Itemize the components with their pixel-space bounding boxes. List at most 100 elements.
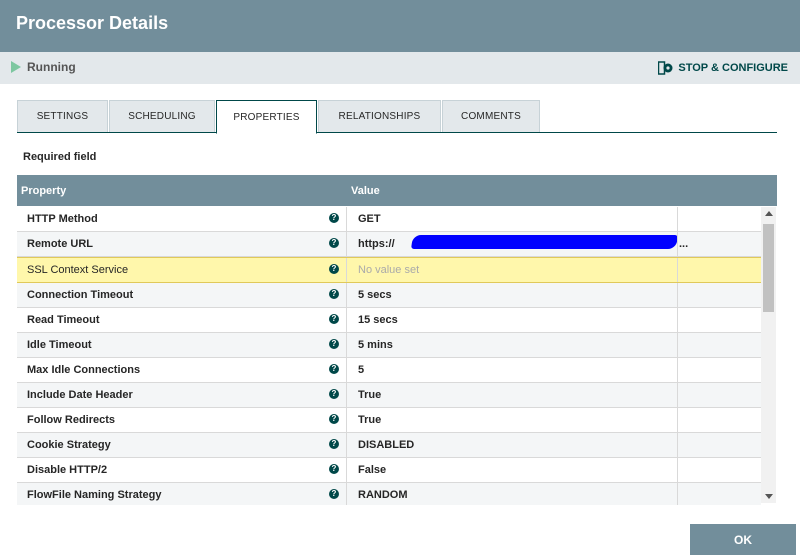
stop-configure-label: STOP & CONFIGURE (678, 62, 788, 74)
property-value[interactable]: DISABLED (358, 439, 414, 451)
column-divider (677, 333, 678, 357)
property-name: Follow Redirects (27, 414, 116, 426)
tab-label: PROPERTIES (233, 111, 300, 123)
tab-label: SETTINGS (36, 111, 89, 122)
column-divider (346, 308, 347, 332)
table-row[interactable]: Connection Timeout ? 5 secs (17, 283, 761, 308)
help-icon[interactable]: ? (329, 238, 339, 248)
column-divider (346, 333, 347, 357)
column-divider (677, 433, 678, 457)
help-icon[interactable]: ? (329, 489, 339, 499)
property-value[interactable]: 5 (358, 364, 364, 376)
property-name: Disable HTTP/2 (27, 464, 108, 476)
property-name: Max Idle Connections (27, 364, 141, 376)
column-divider (677, 408, 678, 432)
table-scrollbar[interactable] (761, 207, 776, 503)
property-value[interactable]: False (358, 464, 386, 476)
column-divider (677, 258, 678, 282)
property-value[interactable]: GET (358, 213, 381, 225)
tab-label: COMMENTS (461, 111, 521, 122)
help-icon[interactable]: ? (329, 264, 339, 274)
scroll-up-icon[interactable] (765, 211, 773, 216)
redaction-mark (411, 235, 678, 249)
column-divider (346, 458, 347, 482)
tab-relationships[interactable]: RELATIONSHIPS (318, 100, 441, 132)
property-value[interactable]: https:// (358, 238, 395, 250)
property-value-ellipsis: ... (679, 238, 689, 250)
column-divider (677, 483, 678, 505)
stop-configure-button[interactable]: STOP & CONFIGURE (658, 61, 788, 75)
property-name: SSL Context Service (27, 264, 129, 276)
property-name: Read Timeout (27, 314, 100, 326)
tab-scheduling[interactable]: SCHEDULING (109, 100, 215, 132)
tab-settings[interactable]: SETTINGS (17, 100, 108, 132)
column-divider (346, 358, 347, 382)
property-value[interactable]: No value set (358, 264, 419, 276)
table-row[interactable]: Include Date Header ? True (17, 383, 761, 408)
property-name: Remote URL (27, 238, 94, 250)
property-name: Idle Timeout (27, 339, 92, 351)
tab-label: SCHEDULING (128, 111, 196, 122)
property-value[interactable]: 15 secs (358, 314, 398, 326)
table-row[interactable]: Cookie Strategy ? DISABLED (17, 433, 761, 458)
help-icon[interactable]: ? (329, 339, 339, 349)
help-icon[interactable]: ? (329, 289, 339, 299)
table-row[interactable]: Idle Timeout ? 5 mins (17, 333, 761, 358)
table-row[interactable]: Read Timeout ? 15 secs (17, 308, 761, 333)
dialog-header: Processor Details (0, 0, 800, 52)
column-divider (677, 358, 678, 382)
property-value[interactable]: RANDOM (358, 489, 408, 501)
help-icon[interactable]: ? (329, 364, 339, 374)
column-divider (346, 283, 347, 307)
column-header-property: Property (21, 185, 67, 197)
gear-icon (658, 61, 673, 75)
column-divider (677, 283, 678, 307)
table-row[interactable]: HTTP Method ? GET (17, 207, 761, 232)
property-name: Cookie Strategy (27, 439, 111, 451)
table-header: Property Value (17, 175, 777, 206)
properties-table: Property Value HTTP Method ? GET Remote … (17, 175, 777, 505)
table-rows: HTTP Method ? GET Remote URL ? https:// … (17, 207, 761, 505)
help-icon[interactable]: ? (329, 414, 339, 424)
ok-button-label: OK (734, 532, 752, 547)
table-row[interactable]: FlowFile Naming Strategy ? RANDOM (17, 483, 761, 505)
scroll-down-icon[interactable] (765, 494, 773, 499)
column-divider (346, 232, 347, 256)
column-divider (346, 207, 347, 231)
ok-button[interactable]: OK (690, 524, 796, 555)
play-icon (11, 61, 21, 73)
help-icon[interactable]: ? (329, 439, 339, 449)
table-row[interactable]: Max Idle Connections ? 5 (17, 358, 761, 383)
column-divider (677, 232, 678, 256)
column-divider (677, 308, 678, 332)
property-value[interactable]: True (358, 414, 381, 426)
column-divider (677, 207, 678, 231)
property-value[interactable]: True (358, 389, 381, 401)
column-divider (346, 483, 347, 505)
scrollbar-thumb[interactable] (763, 224, 774, 312)
table-row[interactable]: Remote URL ? https:// ... (17, 232, 761, 257)
property-name: Include Date Header (27, 389, 133, 401)
help-icon[interactable]: ? (329, 213, 339, 223)
column-divider (677, 383, 678, 407)
status-bar: Running STOP & CONFIGURE (0, 52, 800, 84)
column-divider (346, 433, 347, 457)
table-row[interactable]: Follow Redirects ? True (17, 408, 761, 433)
help-icon[interactable]: ? (329, 389, 339, 399)
column-divider (346, 258, 347, 282)
table-row[interactable]: Disable HTTP/2 ? False (17, 458, 761, 483)
run-status: Running (11, 60, 76, 74)
property-value[interactable]: 5 secs (358, 289, 392, 301)
property-name: FlowFile Naming Strategy (27, 489, 162, 501)
column-header-value: Value (351, 185, 380, 197)
tab-divider (17, 132, 777, 133)
dialog-title: Processor Details (16, 13, 169, 33)
tab-comments[interactable]: COMMENTS (442, 100, 540, 132)
help-icon[interactable]: ? (329, 464, 339, 474)
required-field-label: Required field (23, 151, 97, 163)
table-row-selected[interactable]: SSL Context Service ? No value set (17, 257, 761, 283)
tab-properties[interactable]: PROPERTIES (216, 100, 317, 134)
run-status-label: Running (27, 60, 76, 74)
help-icon[interactable]: ? (329, 314, 339, 324)
property-value[interactable]: 5 mins (358, 339, 393, 351)
